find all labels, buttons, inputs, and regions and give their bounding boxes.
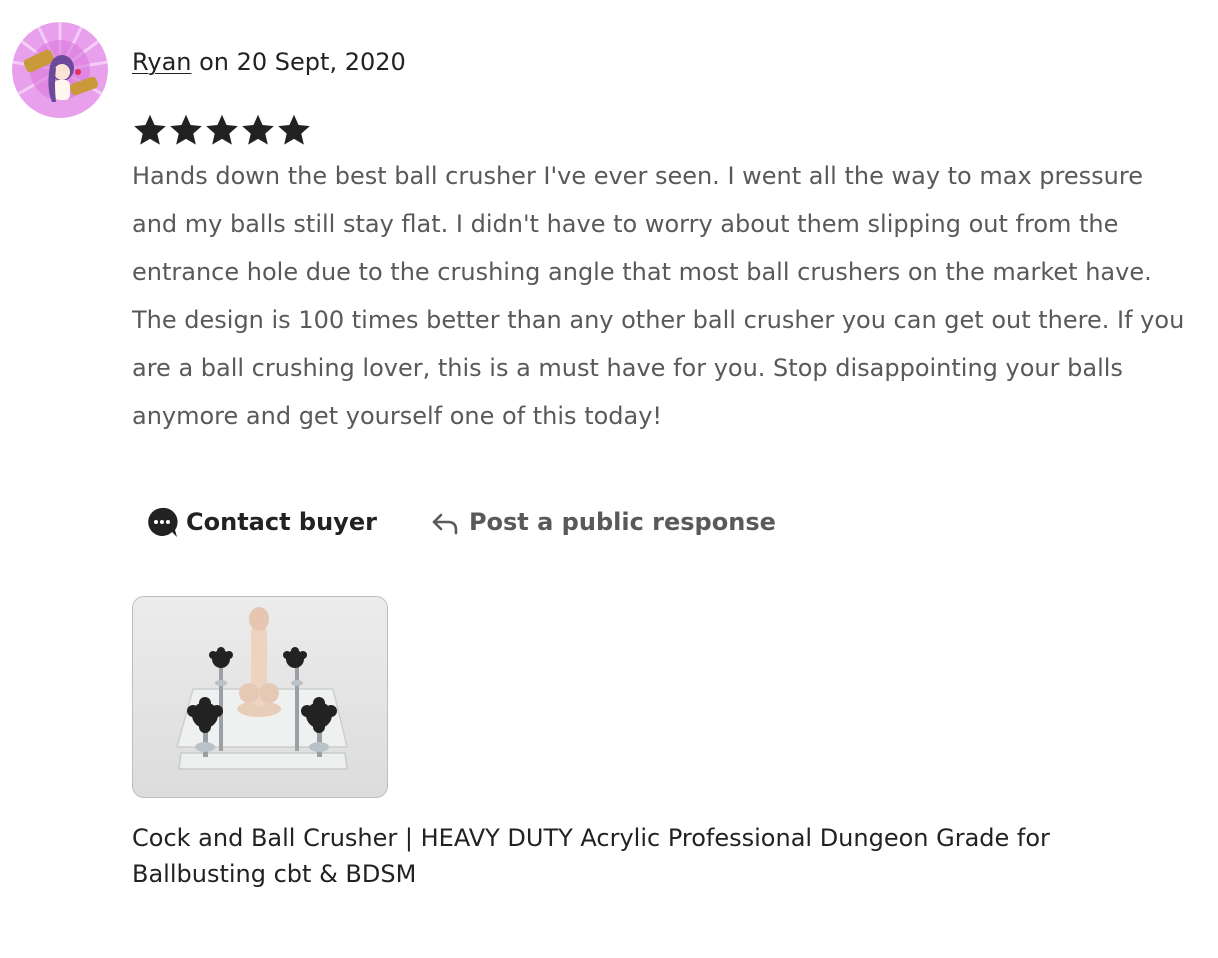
review-card: Ryan on 20 Sept, 2020 Hands down the bes…	[0, 0, 1218, 958]
star-rating	[132, 112, 312, 148]
listing-title-link[interactable]: Cock and Ball Crusher | HEAVY DUTY Acryl…	[132, 820, 1132, 892]
date-prefix: on	[191, 48, 237, 76]
chat-bubble-icon	[146, 506, 178, 538]
contact-buyer-button[interactable]: Contact buyer	[146, 506, 377, 538]
listing-thumbnail[interactable]	[132, 596, 388, 798]
review-actions: Contact buyer Post a public response	[146, 500, 776, 544]
review-byline: Ryan on 20 Sept, 2020	[132, 44, 406, 80]
review-date: 20 Sept, 2020	[236, 48, 406, 76]
contact-buyer-label: Contact buyer	[186, 508, 377, 536]
review-text: Hands down the best ball crusher I've ev…	[132, 162, 1185, 430]
star-icon	[278, 114, 310, 145]
post-public-response-button[interactable]: Post a public response	[429, 506, 776, 538]
product-image	[133, 597, 387, 797]
star-icon	[170, 114, 202, 145]
star-icon	[242, 114, 274, 145]
avatar-image	[12, 22, 108, 118]
star-icon	[206, 114, 238, 145]
star-icon	[134, 114, 166, 145]
reply-arrow-icon	[429, 506, 461, 538]
author-link[interactable]: Ryan	[132, 48, 191, 76]
post-public-response-label: Post a public response	[468, 508, 776, 536]
avatar[interactable]	[12, 22, 108, 118]
